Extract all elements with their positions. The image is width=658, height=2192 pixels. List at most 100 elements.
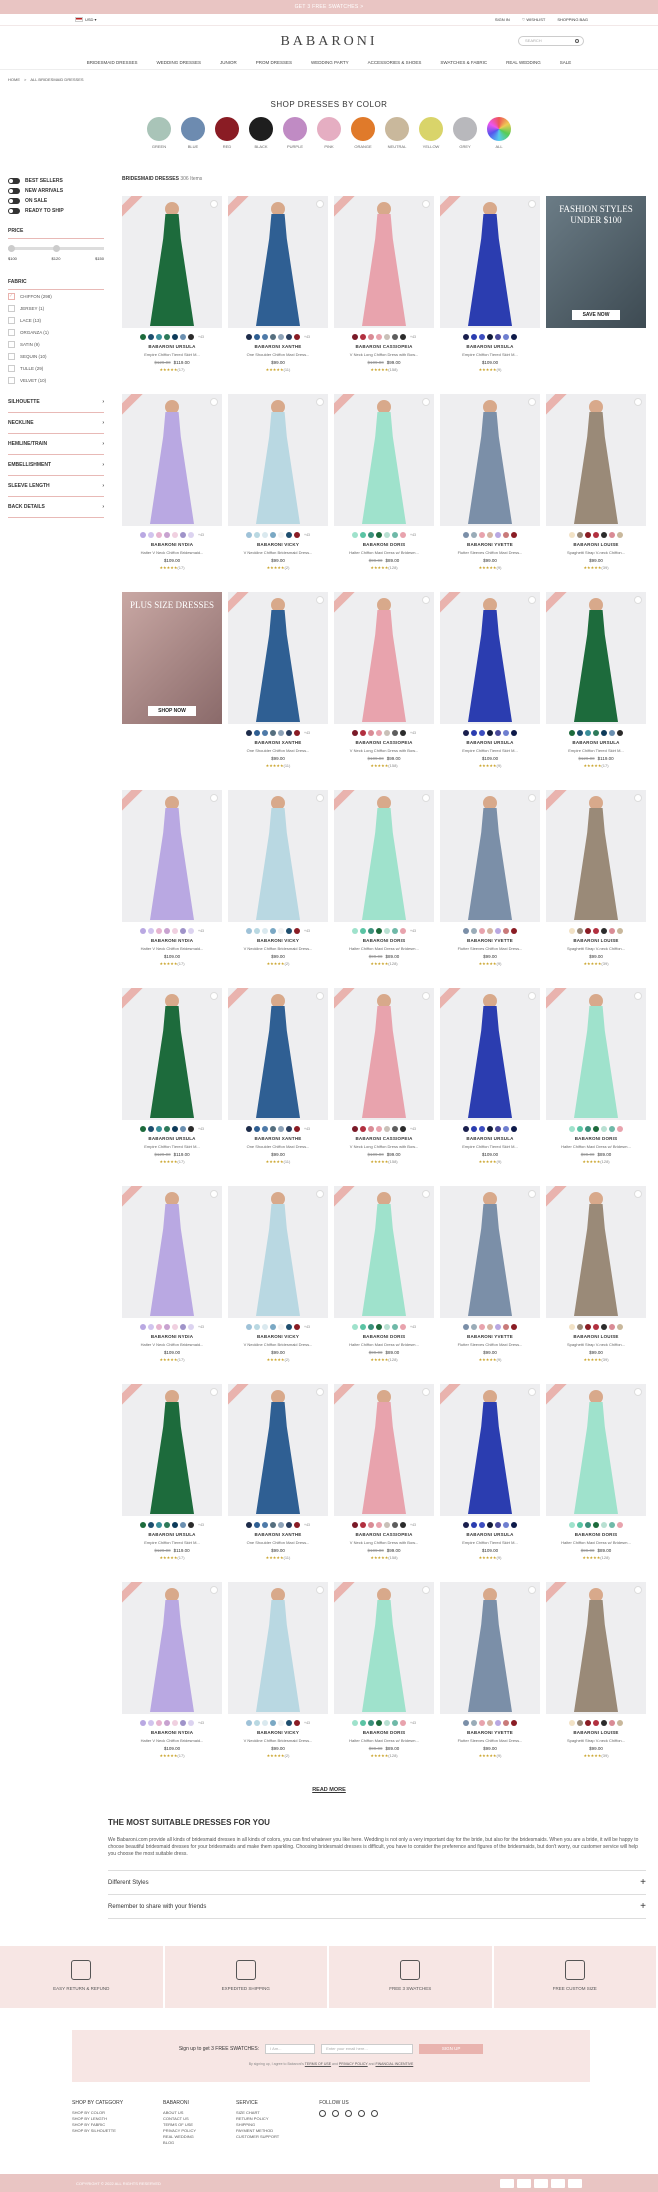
color-dot[interactable] (487, 1126, 493, 1132)
more-colors[interactable]: +43 (198, 335, 204, 339)
checkbox[interactable]: ✓ (8, 292, 15, 300)
color-dot[interactable] (495, 928, 501, 934)
more-colors[interactable]: +43 (198, 1325, 204, 1329)
color-dot[interactable] (270, 1126, 277, 1132)
color-dot[interactable] (593, 1126, 599, 1132)
color-dot[interactable] (368, 928, 375, 934)
color-dot[interactable] (569, 1720, 575, 1726)
product-card[interactable]: +43 BABARONI DORIS Halter Chiffon Maxi Dre… (334, 1582, 434, 1772)
color-dot[interactable] (278, 928, 285, 934)
color-dot[interactable] (593, 730, 599, 736)
color-swatch-grey[interactable]: GREY (453, 117, 477, 149)
heart-icon[interactable] (210, 1388, 218, 1396)
heart-icon[interactable] (316, 1190, 324, 1198)
heart-icon[interactable] (316, 200, 324, 208)
color-dot[interactable] (487, 334, 493, 340)
color-dot[interactable] (286, 1522, 293, 1528)
color-dot[interactable] (479, 1324, 485, 1330)
color-dot[interactable] (270, 928, 277, 934)
product-image[interactable] (334, 1582, 434, 1714)
color-dot[interactable] (463, 1522, 469, 1528)
color-dot[interactable] (392, 1126, 399, 1132)
swatch-circle[interactable] (317, 117, 341, 141)
footer-link[interactable]: BLOG (163, 2140, 196, 2146)
heart-icon[interactable] (422, 200, 430, 208)
product-image[interactable] (334, 196, 434, 328)
color-dot[interactable] (400, 532, 407, 538)
color-dot[interactable] (188, 928, 195, 934)
color-dot[interactable] (148, 1324, 155, 1330)
color-dot[interactable] (601, 1522, 607, 1528)
product-card[interactable]: +43 BABARONI CASSIOPEIA V Neck Long Chiffo… (334, 988, 434, 1178)
heart-icon[interactable] (634, 1586, 642, 1594)
color-dot[interactable] (593, 532, 599, 538)
color-dot[interactable] (569, 730, 575, 736)
heart-icon[interactable] (634, 398, 642, 406)
more-colors[interactable]: +43 (198, 1127, 204, 1131)
color-dot[interactable] (511, 928, 517, 934)
color-dot[interactable] (617, 532, 623, 538)
color-dot[interactable] (487, 730, 493, 736)
color-dot[interactable] (148, 334, 155, 340)
color-dot[interactable] (593, 1324, 599, 1330)
checkbox[interactable] (8, 328, 15, 336)
color-dot[interactable] (400, 1522, 407, 1528)
swatch-circle[interactable] (487, 117, 511, 141)
nav-item[interactable]: JUNIOR (220, 60, 237, 65)
filter-section[interactable]: NECKLINE › (8, 413, 104, 434)
product-name[interactable]: BABARONI LOUISE (546, 938, 646, 943)
product-name[interactable]: BABARONI NYDIA (122, 1730, 222, 1735)
product-name[interactable]: BABARONI XANTHE (228, 740, 328, 745)
color-dot[interactable] (246, 1522, 253, 1528)
color-dot[interactable] (384, 334, 391, 340)
toggle-switch[interactable] (8, 188, 20, 194)
color-dot[interactable] (577, 730, 583, 736)
color-dot[interactable] (463, 1324, 469, 1330)
product-name[interactable]: BABARONI VICKY (228, 1730, 328, 1735)
color-dot[interactable] (400, 1126, 407, 1132)
color-dot[interactable] (503, 1324, 509, 1330)
more-colors[interactable]: +43 (410, 533, 416, 537)
color-swatch-yellow[interactable]: YELLOW (419, 117, 443, 149)
color-dot[interactable] (479, 1522, 485, 1528)
heart-icon[interactable] (634, 992, 642, 1000)
color-dot[interactable] (294, 1324, 301, 1330)
product-name[interactable]: BABARONI CASSIOPEIA (334, 1136, 434, 1141)
color-dot[interactable] (471, 928, 477, 934)
color-dot[interactable] (577, 1324, 583, 1330)
color-dot[interactable] (392, 730, 399, 736)
color-dot[interactable] (503, 730, 509, 736)
product-name[interactable]: BABARONI CASSIOPEIA (334, 1532, 434, 1537)
financial-link[interactable]: FINANCIAL INCENTIVE (375, 2062, 413, 2066)
product-name[interactable]: BABARONI URSULA (122, 344, 222, 349)
color-dot[interactable] (278, 1720, 285, 1726)
color-swatch-red[interactable]: RED (215, 117, 239, 149)
color-dot[interactable] (294, 1522, 301, 1528)
color-dot[interactable] (400, 1324, 407, 1330)
color-dot[interactable] (495, 730, 501, 736)
product-name[interactable]: BABARONI NYDIA (122, 1334, 222, 1339)
color-dot[interactable] (262, 1720, 269, 1726)
nav-item[interactable]: SALE (560, 60, 572, 65)
color-dot[interactable] (180, 1522, 187, 1528)
heart-icon[interactable] (316, 1586, 324, 1594)
heart-icon[interactable] (528, 596, 536, 604)
wishlist-link[interactable]: ♡ WISHLIST (522, 17, 546, 22)
footer-link[interactable]: SHOP BY SILHOUETTE (72, 2128, 123, 2134)
color-dot[interactable] (262, 334, 269, 340)
color-dot[interactable] (601, 1324, 607, 1330)
product-name[interactable]: BABARONI YVETTE (440, 938, 540, 943)
color-swatch-all[interactable]: ALL (487, 117, 511, 149)
color-dot[interactable] (511, 1324, 517, 1330)
more-colors[interactable]: +43 (304, 1325, 310, 1329)
heart-icon[interactable] (528, 398, 536, 406)
heart-icon[interactable] (210, 200, 218, 208)
color-dot[interactable] (392, 532, 399, 538)
product-card[interactable]: +43 BABARONI NYDIA Halter V Neck Chiffon B… (122, 1186, 222, 1376)
product-name[interactable]: BABARONI URSULA (122, 1136, 222, 1141)
product-name[interactable]: BABARONI DORIS (546, 1532, 646, 1537)
color-dot[interactable] (585, 928, 591, 934)
color-dot[interactable] (601, 1126, 607, 1132)
product-card[interactable]: BABARONI URSULA Empire Chiffon Tiered Ski… (440, 988, 540, 1178)
product-image[interactable] (122, 988, 222, 1120)
